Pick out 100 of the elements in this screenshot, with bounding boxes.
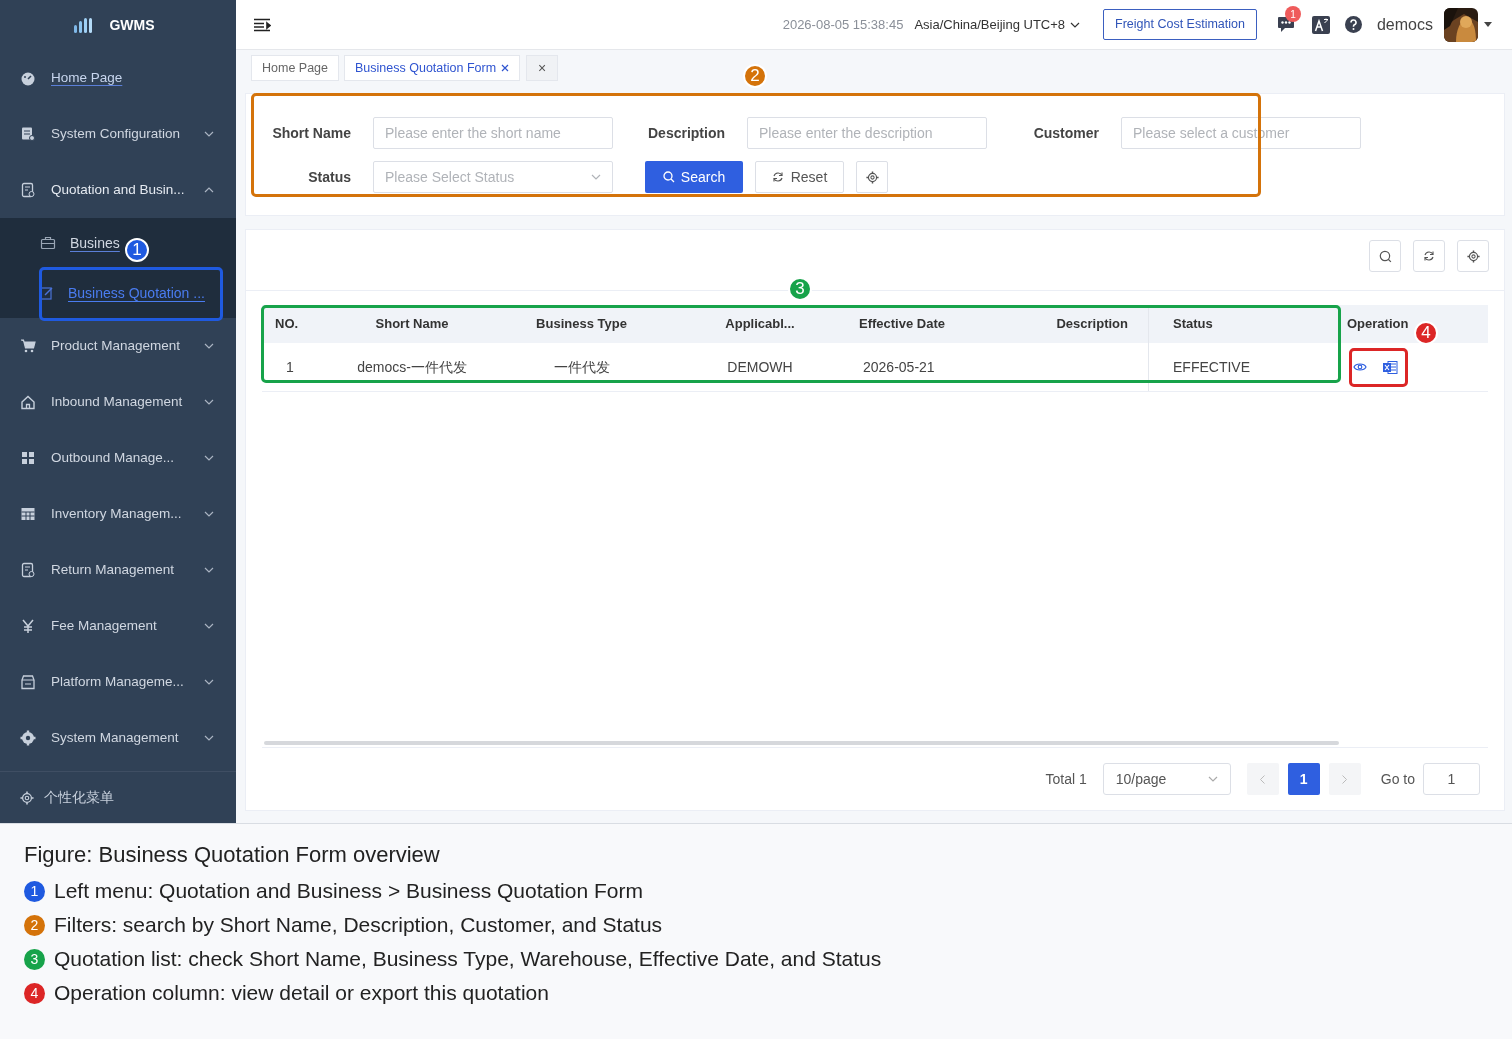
- table-cell-text: 一件代发: [552, 357, 611, 377]
- view-icon[interactable]: [1353, 362, 1367, 372]
- freight-cost-button[interactable]: Freight Cost Estimation: [1103, 9, 1257, 40]
- total-count: Total 1: [1045, 769, 1087, 789]
- filter-label: Short Name: [271, 123, 351, 143]
- username-text[interactable]: democs: [1376, 12, 1433, 37]
- column-header: Description: [1056, 315, 1128, 334]
- page-tab[interactable]: Home Page: [251, 55, 339, 81]
- menu-group[interactable]: Fee Management: [0, 598, 236, 654]
- close-all-tabs-button[interactable]: ×: [526, 55, 559, 81]
- submenu-item[interactable]: Busines: [40, 232, 120, 254]
- column-header: Operation: [1347, 315, 1409, 334]
- receipt-icon: [20, 562, 36, 578]
- chevron-down-icon: [204, 735, 214, 741]
- menu-link[interactable]: Home Page: [0, 50, 236, 106]
- help-icon[interactable]: [1344, 16, 1362, 33]
- app-logo-text: GWMS: [109, 15, 155, 35]
- menu-group[interactable]: Outbound Manage...: [0, 430, 236, 486]
- user-avatar[interactable]: [1444, 7, 1478, 42]
- settings-button[interactable]: [1457, 240, 1489, 272]
- horizontal-scrollbar[interactable]: [264, 741, 1339, 745]
- number-marker: 4: [24, 982, 45, 1004]
- yen-icon: [20, 618, 36, 634]
- menu-group[interactable]: Return Management: [0, 542, 236, 598]
- filter-label: Customer: [1032, 123, 1099, 143]
- timezone-dropdown[interactable]: Asia/China/Beijing UTC+8: [914, 14, 1081, 35]
- column-header: Short Name: [375, 315, 449, 334]
- refresh-icon: [1423, 250, 1435, 262]
- refresh-icon: [771, 171, 784, 183]
- close-icon[interactable]: [501, 64, 510, 72]
- chevron-down-icon: [204, 623, 214, 629]
- refresh-button[interactable]: [1413, 240, 1445, 272]
- page-tab[interactable]: Business Quotation Form: [344, 55, 521, 81]
- caret-down-icon[interactable]: [1484, 22, 1492, 27]
- table-cell-text: DEMOWH: [726, 357, 794, 377]
- notification-badge: 1: [1284, 6, 1301, 22]
- chevron-up-icon: [204, 187, 214, 193]
- number-marker: 3: [24, 948, 45, 970]
- edit-icon: [40, 286, 54, 300]
- chevron-down-icon: [204, 679, 214, 685]
- menu-group[interactable]: System Configuration: [0, 106, 236, 162]
- menu-icon[interactable]: [253, 17, 271, 32]
- custom-menu-link[interactable]: 个性化菜单: [44, 787, 114, 808]
- chevron-down-icon: [204, 131, 214, 137]
- column-header: Status: [1173, 315, 1213, 334]
- column-header: Business Type: [536, 315, 627, 334]
- caption-line: Filters: search by Short Name, Description, Customer, and Status: [54, 912, 663, 939]
- translate-icon[interactable]: [1311, 15, 1330, 34]
- filter-input[interactable]: Please enter the short name: [373, 117, 613, 149]
- home-icon: [20, 394, 36, 410]
- chevron-down-icon: [204, 511, 214, 517]
- figure-title: Figure: Business Quotation Form overview: [24, 841, 441, 869]
- menu-group[interactable]: Product Management: [0, 318, 236, 374]
- goto-label: Go to: [1380, 769, 1415, 789]
- chevron-right-icon: [1342, 774, 1348, 784]
- menu-group[interactable]: System Management: [0, 710, 236, 766]
- settings-icon: [20, 790, 34, 805]
- filter-label: Description: [647, 123, 725, 143]
- chevron-down-icon: [204, 399, 214, 405]
- number-marker: 1: [24, 880, 45, 902]
- goto-page-input[interactable]: 1: [1423, 763, 1480, 795]
- filter-label: Status: [307, 167, 351, 187]
- table-cell-text: 1: [285, 357, 295, 377]
- menu-group[interactable]: Quotation and Busin...: [0, 162, 236, 218]
- table-cell: EFFECTIVE: [1148, 343, 1339, 391]
- search-icon: [1378, 249, 1392, 263]
- receipt-icon: [20, 182, 36, 198]
- chevron-down-icon: [204, 343, 214, 349]
- search-button[interactable]: [1369, 240, 1401, 272]
- table-icon: [20, 506, 36, 522]
- datetime-text: 2026-08-05 15:38:45: [782, 15, 904, 34]
- search-button[interactable]: Search: [645, 161, 743, 193]
- gauge-icon: [20, 70, 36, 86]
- store-icon: [20, 674, 36, 690]
- grid-icon: [20, 450, 36, 466]
- settings-button[interactable]: [856, 161, 888, 193]
- spreadsheet-export-icon[interactable]: [1382, 359, 1398, 375]
- caption-line: Operation column: view detail or export this quotation: [54, 980, 549, 1007]
- column-header: Applicabl...: [725, 315, 795, 334]
- menu-group[interactable]: Platform Manageme...: [0, 654, 236, 710]
- page-size-select[interactable]: 10/page: [1102, 763, 1231, 795]
- number-marker: 2: [24, 914, 45, 936]
- caption-line: Quotation list: check Short Name, Business Type, Warehouse, Effective Date, and Status: [54, 946, 882, 973]
- chevron-down-icon: [591, 174, 601, 180]
- search-icon: [662, 171, 675, 183]
- page-button[interactable]: 1: [1287, 763, 1320, 795]
- table-cell-text: democs-一件代发: [356, 357, 468, 377]
- chevron-down-icon: [204, 567, 214, 573]
- reset-button[interactable]: Reset: [755, 161, 844, 193]
- chevron-down-icon: [1207, 776, 1218, 782]
- menu-group[interactable]: Inbound Management: [0, 374, 236, 430]
- column-header: Effective Date: [859, 315, 945, 334]
- cart-icon: [20, 338, 36, 354]
- submenu-item[interactable]: Business Quotation ...: [40, 282, 205, 304]
- chevron-down-icon: [204, 455, 214, 461]
- menu-group[interactable]: Inventory Managem...: [0, 486, 236, 542]
- column-header: NO.: [275, 315, 299, 334]
- filter-input[interactable]: Please enter the description: [747, 117, 987, 149]
- table-cell-text: 2026-05-21: [862, 357, 936, 377]
- chevron-left-icon: [1260, 774, 1266, 784]
